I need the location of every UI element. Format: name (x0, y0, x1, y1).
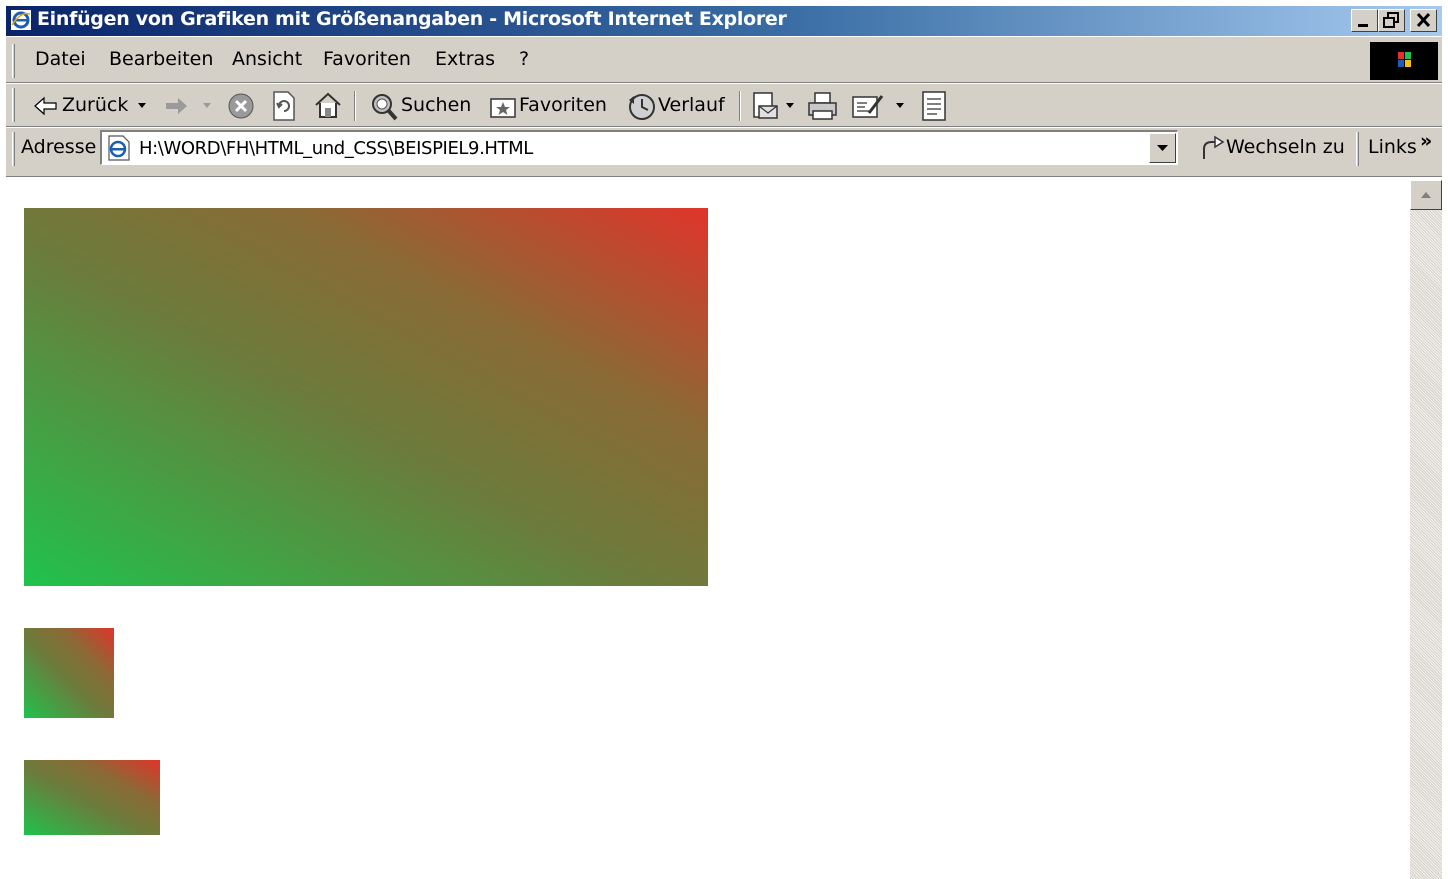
search-button[interactable]: Suchen (367, 91, 472, 121)
history-icon (629, 94, 655, 120)
minimize-button[interactable] (1351, 9, 1378, 32)
restore-button[interactable] (1378, 9, 1405, 32)
close-button[interactable] (1410, 9, 1437, 32)
toolbar-separator (739, 91, 741, 121)
favorites-button[interactable]: Favoriten (486, 91, 608, 121)
mail-dropdown-icon[interactable] (786, 103, 794, 108)
chevron-up-icon (1421, 192, 1431, 198)
restore-icon (1383, 12, 1399, 28)
gradient-image-small-square (24, 628, 114, 718)
menu-bearbeiten[interactable]: Bearbeiten (109, 48, 213, 70)
forward-dropdown-icon[interactable] (203, 103, 211, 108)
mail-icon[interactable] (751, 90, 783, 122)
links-grip[interactable] (1356, 132, 1359, 166)
links-chevron-icon[interactable]: » (1420, 130, 1432, 152)
refresh-icon[interactable] (270, 90, 298, 122)
edit-icon[interactable] (851, 91, 885, 121)
print-icon[interactable] (806, 90, 840, 122)
toolbar-separator (354, 91, 356, 121)
scroll-up-button[interactable] (1410, 180, 1442, 210)
edit-dropdown-icon[interactable] (896, 103, 904, 108)
menu-extras[interactable]: Extras (435, 48, 495, 70)
chevron-down-icon (1157, 145, 1168, 151)
menubar-grip[interactable] (12, 44, 15, 78)
ie-icon (11, 10, 31, 30)
toolbar-grip[interactable] (12, 88, 15, 122)
search-icon (372, 94, 398, 121)
windows-flag-icon (1398, 52, 1411, 67)
back-button[interactable]: Zurück (30, 91, 148, 121)
minimize-icon (1358, 24, 1368, 27)
vertical-scrollbar[interactable] (1410, 180, 1442, 879)
back-dropdown-icon[interactable] (138, 103, 146, 108)
close-icon (1416, 12, 1431, 28)
gradient-image-small-wide (24, 760, 160, 835)
home-icon[interactable] (313, 90, 343, 120)
menu-ansicht[interactable]: Ansicht (232, 48, 302, 70)
page-icon (108, 135, 130, 161)
menu-datei[interactable]: Datei (35, 48, 86, 70)
menu-favoriten[interactable]: Favoriten (323, 48, 411, 70)
window-title: Einfügen von Grafiken mit Größenangaben … (37, 8, 787, 30)
gradient-image-large (24, 208, 708, 586)
band-separator (6, 176, 1442, 178)
menu-help[interactable]: ? (519, 48, 529, 70)
band-separator (6, 126, 1442, 128)
address-dropdown-button[interactable] (1149, 133, 1176, 163)
favorites-star-icon (490, 98, 516, 118)
stop-icon[interactable] (226, 91, 256, 121)
history-label: Verlauf (658, 94, 725, 116)
history-button[interactable]: Verlauf (625, 91, 725, 121)
addressbar-grip[interactable] (12, 132, 15, 166)
favorites-label: Favoriten (519, 94, 607, 116)
go-label: Wechseln zu (1226, 136, 1345, 158)
windows-logo (1370, 42, 1438, 80)
go-button[interactable]: Wechseln zu (1196, 130, 1345, 166)
back-label: Zurück (62, 94, 129, 116)
go-arrow-icon (1203, 135, 1225, 159)
band-separator (6, 82, 1442, 84)
discuss-icon[interactable] (919, 90, 949, 122)
address-url[interactable]: H:\WORD\FH\HTML_und_CSS\BEISPIEL9.HTML (139, 138, 533, 159)
links-button[interactable]: Links (1368, 136, 1417, 158)
address-label: Adresse (21, 136, 97, 158)
forward-arrow-icon[interactable] (163, 96, 189, 116)
back-arrow-icon (34, 96, 57, 116)
search-label: Suchen (401, 94, 472, 116)
